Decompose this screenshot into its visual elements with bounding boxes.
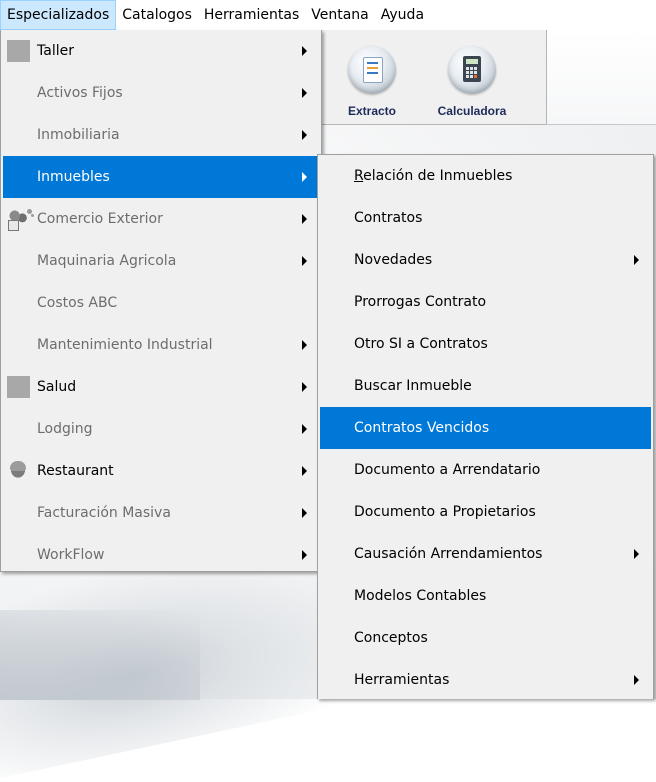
menu-ventana[interactable]: Ventana (305, 0, 375, 30)
toolbar-background (546, 30, 656, 125)
calculadora-button[interactable]: Calculadora (422, 38, 522, 118)
especializados-menu: Taller Activos Fijos Inmobiliaria Inmueb… (0, 30, 322, 572)
menu-item-comercio-exterior[interactable]: Comercio Exterior (3, 198, 319, 240)
menu-item-label: Otro SI a Contratos (354, 336, 488, 352)
extracto-button[interactable]: Extracto (322, 38, 422, 118)
menu-item-taller[interactable]: Taller (3, 30, 319, 72)
menu-item-buscar-inmueble[interactable]: Buscar Inmueble (320, 365, 651, 407)
menu-item-conceptos[interactable]: Conceptos (320, 617, 651, 659)
menu-item-costos-abc[interactable]: Costos ABC (3, 282, 319, 324)
menu-item-novedades[interactable]: Novedades (320, 239, 651, 281)
menu-item-label: Novedades (354, 252, 433, 268)
submenu-arrow-icon (302, 466, 307, 476)
menu-item-label: Inmobiliaria (37, 127, 120, 143)
menu-item-activos-fijos[interactable]: Activos Fijos (3, 72, 319, 114)
menu-item-inmobiliaria[interactable]: Inmobiliaria (3, 114, 319, 156)
menu-item-modelos-contables[interactable]: Modelos Contables (320, 575, 651, 617)
menu-item-label: Activos Fijos (37, 85, 123, 101)
menu-item-salud[interactable]: Salud (3, 366, 319, 408)
submenu-arrow-icon (302, 382, 307, 392)
menu-item-label: Prorrogas Contrato (354, 294, 487, 310)
submenu-arrow-icon (634, 675, 639, 685)
extracto-icon (348, 46, 396, 94)
menu-especializados[interactable]: Especializados (0, 0, 117, 30)
menu-item-workflow[interactable]: WorkFlow (3, 534, 319, 576)
menu-item-inmuebles[interactable]: Inmuebles (3, 156, 319, 198)
menu-item-contratos[interactable]: Contratos (320, 197, 651, 239)
chef-icon (7, 460, 29, 482)
menu-item-label: Restaurant (37, 463, 114, 479)
menu-item-restaurant[interactable]: Restaurant (3, 450, 319, 492)
menu-item-label: Inmuebles (37, 169, 110, 185)
calculadora-label: Calculadora (437, 104, 507, 118)
menu-item-prorrogas-contrato[interactable]: Prorrogas Contrato (320, 281, 651, 323)
menu-item-label: Documento a Arrendatario (354, 462, 541, 478)
menu-item-documento-a-propietarios[interactable]: Documento a Propietarios (320, 491, 651, 533)
submenu-arrow-icon (302, 214, 307, 224)
menu-bar: Especializados Catalogos Herramientas Ve… (0, 0, 656, 31)
menu-item-maquinaria-agricola[interactable]: Maquinaria Agricola (3, 240, 319, 282)
menu-item-causacion-arrendamientos[interactable]: Causación Arrendamientos (320, 533, 651, 575)
calculator-icon (448, 46, 496, 94)
toolbar: Extracto Calculadora (322, 30, 547, 125)
menu-herramientas[interactable]: Herramientas (198, 0, 305, 30)
submenu-arrow-icon (302, 550, 307, 560)
submenu-arrow-icon (302, 340, 307, 350)
menu-item-herramientas[interactable]: Herramientas (320, 659, 651, 701)
submenu-arrow-icon (302, 172, 307, 182)
submenu-arrow-icon (302, 46, 307, 56)
menu-item-label: Lodging (37, 421, 93, 437)
menu-item-label: Costos ABC (37, 295, 118, 311)
submenu-arrow-icon (302, 508, 307, 518)
menu-item-facturacion-masiva[interactable]: Facturación Masiva (3, 492, 319, 534)
menu-catalogos[interactable]: Catalogos (116, 0, 198, 30)
gray-square-icon (7, 40, 30, 62)
menu-item-label: Maquinaria Agricola (37, 253, 177, 269)
menu-item-label: WorkFlow (37, 547, 105, 563)
menu-item-otro-si-a-contratos[interactable]: Otro SI a Contratos (320, 323, 651, 365)
menu-item-mantenimiento-industrial[interactable]: Mantenimiento Industrial (3, 324, 319, 366)
background-decoration-2 (0, 610, 200, 700)
extracto-label: Extracto (347, 104, 397, 118)
menu-item-documento-a-arrendatario[interactable]: Documento a Arrendatario (320, 449, 651, 491)
menu-item-label: Modelos Contables (354, 588, 487, 604)
gray-square-icon (7, 376, 30, 398)
menu-item-label: Mantenimiento Industrial (37, 337, 213, 353)
menu-item-contratos-vencidos[interactable]: Contratos Vencidos (320, 407, 651, 449)
menu-item-label: Causación Arrendamientos (354, 546, 543, 562)
submenu-arrow-icon (302, 424, 307, 434)
people-icon (7, 208, 32, 231)
menu-item-lodging[interactable]: Lodging (3, 408, 319, 450)
menu-item-label: Relación de Inmuebles (354, 168, 513, 184)
menu-item-label: Conceptos (354, 630, 428, 646)
inmuebles-submenu: Relación de Inmuebles Contratos Novedade… (317, 154, 654, 699)
menu-item-label: Contratos (354, 210, 423, 226)
submenu-arrow-icon (302, 256, 307, 266)
menu-item-label: Comercio Exterior (37, 211, 163, 227)
submenu-arrow-icon (302, 88, 307, 98)
menu-item-relacion-de-inmuebles[interactable]: Relación de Inmuebles (320, 155, 651, 197)
menu-ayuda[interactable]: Ayuda (375, 0, 430, 30)
menu-item-label: Herramientas (354, 672, 450, 688)
menu-item-label: Documento a Propietarios (354, 504, 536, 520)
menu-item-label: Salud (37, 379, 77, 395)
submenu-arrow-icon (634, 549, 639, 559)
submenu-arrow-icon (634, 255, 639, 265)
menu-item-label: Taller (37, 43, 74, 59)
menu-item-label: Contratos Vencidos (354, 420, 490, 436)
menu-item-label: Buscar Inmueble (354, 378, 472, 394)
submenu-arrow-icon (302, 130, 307, 140)
menu-item-label: Facturación Masiva (37, 505, 171, 521)
